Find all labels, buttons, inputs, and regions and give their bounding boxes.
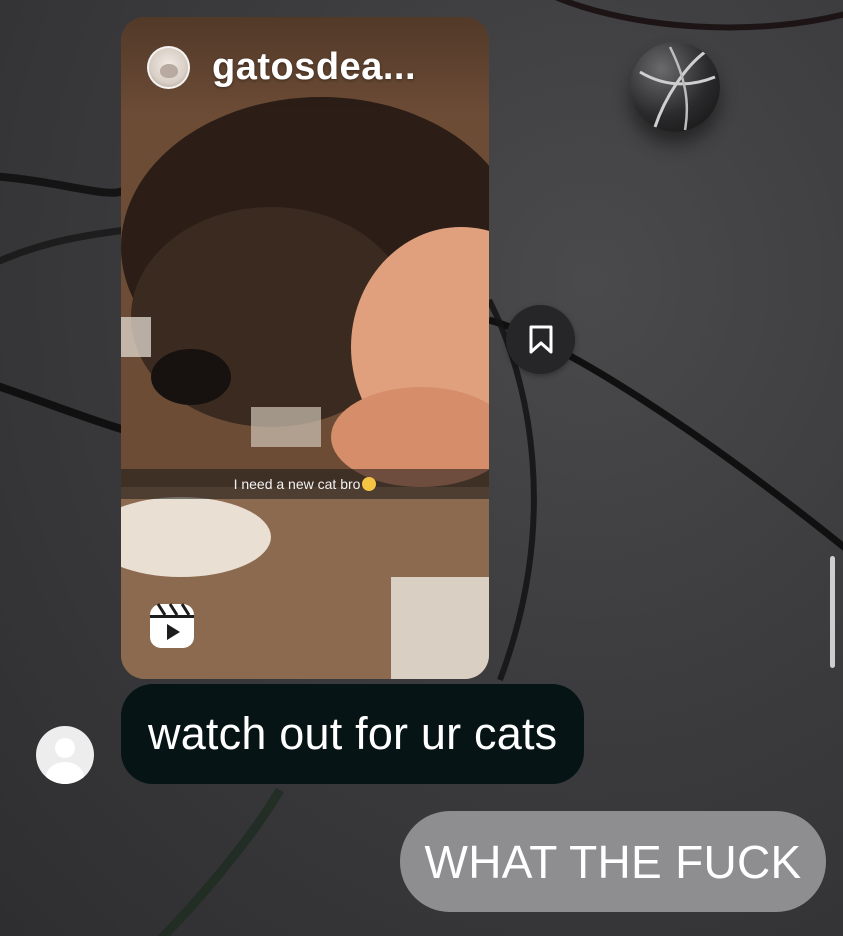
bookmark-icon (529, 325, 552, 353)
outgoing-message-text: WHAT THE FUCK (424, 835, 802, 888)
save-reel-button[interactable] (506, 305, 575, 374)
crying-face-emoji-icon (362, 477, 377, 491)
outgoing-message-bubble[interactable]: WHAT THE FUCK (400, 811, 826, 912)
incoming-message-text: watch out for ur cats (148, 708, 558, 759)
reel-author-username[interactable]: gatosdea... (212, 46, 416, 89)
reel-author-avatar[interactable] (147, 45, 190, 89)
reel-header[interactable]: gatosdea... (121, 17, 489, 117)
chat-scrollbar[interactable] (830, 556, 835, 668)
shared-reel-card[interactable]: gatosdea... I need a new cat bro (121, 17, 489, 679)
reel-caption-text: I need a new cat bro (234, 476, 377, 492)
avatar-body-shape (46, 762, 84, 784)
reel-caption-bar: I need a new cat bro (121, 469, 489, 499)
incoming-message-bubble[interactable]: watch out for ur cats (121, 684, 585, 784)
sender-avatar[interactable] (36, 726, 94, 784)
basketball-decoration (630, 42, 720, 132)
reels-icon (150, 603, 194, 648)
avatar-head-shape (55, 738, 75, 758)
